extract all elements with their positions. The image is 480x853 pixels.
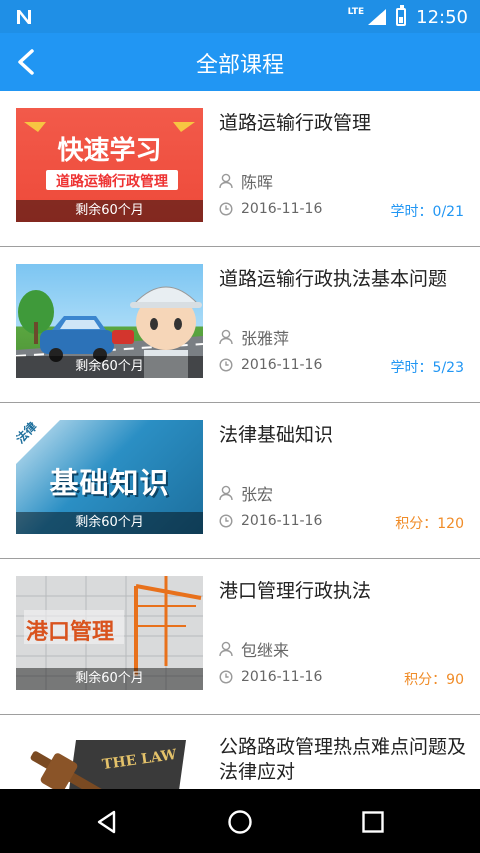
course-item[interactable]: 法律 基础知识 剩余60个月 法律基础知识 张宏 2016-11-16 积分：1… — [0, 403, 480, 559]
course-hours: 学时：5/23 — [390, 360, 464, 376]
remaining-label: 剩余60个月 — [16, 200, 203, 222]
triangle-back-icon — [97, 810, 116, 834]
course-date-row: 2016-11-16 — [219, 201, 322, 217]
course-thumbnail: 剩余60个月 — [16, 264, 203, 378]
system-navigation-bar — [0, 789, 480, 853]
course-title: 道路运输行政执法基本问题 — [219, 268, 448, 290]
signal-icon — [368, 9, 387, 25]
course-thumbnail: 港口管理 剩余60个月 — [16, 576, 203, 690]
course-date-row: 2016-11-16 — [219, 669, 322, 685]
clock-icon — [219, 358, 233, 372]
nav-back-button[interactable] — [94, 809, 120, 835]
course-title: 公路路政管理热点难点问题及法律应对 — [219, 736, 467, 783]
nav-recents-button[interactable] — [360, 809, 386, 835]
status-bar: LTE 12:50 — [0, 0, 480, 33]
clock: 12:50 — [416, 6, 468, 28]
course-teacher-row: 包继来 — [219, 637, 289, 661]
notification-n-icon — [14, 7, 34, 27]
course-date: 2016-11-16 — [241, 669, 323, 685]
page-title: 全部课程 — [195, 53, 284, 78]
course-item[interactable]: 快速学习 道路运输行政管理 剩余60个月 道路运输行政管理 陈晖 2016-11… — [0, 91, 480, 247]
course-item[interactable]: 剩余60个月 道路运输行政执法基本问题 张雅萍 2016-11-16 学时：5/… — [0, 247, 480, 403]
course-teacher-row: 陈晖 — [219, 169, 273, 193]
course-points: 积分：120 — [395, 516, 464, 532]
course-list[interactable]: 快速学习 道路运输行政管理 剩余60个月 道路运输行政管理 陈晖 2016-11… — [0, 91, 480, 789]
person-icon — [219, 641, 233, 657]
course-title: 港口管理行政执法 — [219, 580, 372, 602]
course-thumbnail: 法律 基础知识 剩余60个月 — [16, 420, 203, 534]
teacher-name: 陈晖 — [241, 173, 274, 192]
course-item[interactable]: 港口管理 剩余60个月 港口管理行政执法 包继来 2016-11-16 积分：9… — [0, 559, 480, 715]
person-icon — [219, 329, 233, 345]
person-icon — [219, 173, 233, 189]
thumbnail-headline: 港口管理 — [26, 620, 115, 645]
course-date: 2016-11-16 — [241, 513, 323, 529]
course-title: 道路运输行政管理 — [219, 112, 372, 134]
thumbnail-headline: 基础知识 — [49, 466, 170, 500]
course-date: 2016-11-16 — [241, 201, 323, 217]
person-icon — [219, 485, 233, 501]
nav-home-button[interactable] — [227, 809, 253, 835]
teacher-name: 张宏 — [241, 485, 274, 504]
course-thumbnail: THE LAW — [16, 732, 203, 789]
remaining-label: 剩余60个月 — [16, 356, 203, 378]
remaining-label: 剩余60个月 — [16, 668, 203, 690]
teacher-name: 张雅萍 — [241, 329, 290, 348]
course-date-row: 2016-11-16 — [219, 513, 322, 529]
remaining-label: 剩余60个月 — [16, 512, 203, 534]
course-teacher-row: 张雅萍 — [219, 325, 289, 349]
course-teacher-row: 张宏 — [219, 481, 273, 505]
thumbnail-subtitle: 道路运输行政管理 — [56, 174, 168, 190]
clock-icon — [219, 514, 233, 528]
course-points: 积分：90 — [404, 672, 464, 688]
course-date: 2016-11-16 — [241, 357, 323, 373]
course-thumbnail: 快速学习 道路运输行政管理 剩余60个月 — [16, 108, 203, 222]
course-date-row: 2016-11-16 — [219, 357, 322, 373]
circle-home-icon — [228, 810, 252, 834]
app-bar: 全部课程 — [0, 33, 480, 91]
course-hours: 学时：0/21 — [390, 204, 464, 220]
thumbnail-headline: 快速学习 — [57, 136, 162, 166]
clock-icon — [219, 202, 233, 216]
course-title: 法律基础知识 — [219, 424, 334, 446]
clock-icon — [219, 670, 233, 684]
course-item[interactable]: THE LAW 公路路政管理热点难点问题及法律应对 — [0, 715, 480, 789]
battery-icon — [396, 5, 407, 26]
teacher-name: 包继来 — [241, 641, 290, 660]
square-recents-icon — [362, 811, 384, 833]
network-type: LTE — [347, 7, 365, 17]
